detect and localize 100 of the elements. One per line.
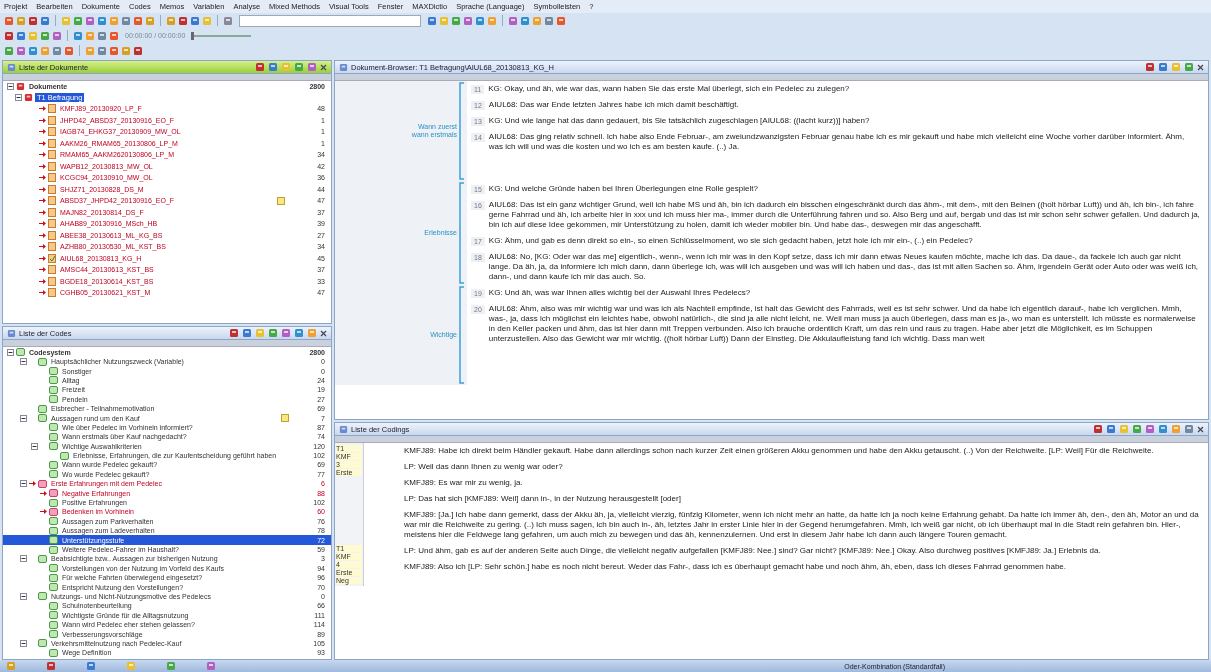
collapse-icon[interactable] [7, 348, 14, 356]
toolbar-icon[interactable] [1106, 424, 1116, 434]
collapse-icon[interactable] [20, 358, 27, 366]
toolbar-icon[interactable] [255, 62, 265, 72]
collapse-icon[interactable] [20, 555, 27, 563]
coded-segment-text: LP: Weil das dann Ihnen zu wenig war oder? [404, 462, 564, 472]
toolbar-icon[interactable] [16, 45, 26, 56]
coded-segment-text: LP: Das hat sich [KMFJ89: Weil] dann in-, in der Nutzung herausgestellt [oder] [404, 494, 682, 504]
panel-icon [7, 62, 16, 72]
toolbar-icon[interactable] [52, 45, 62, 56]
toolbar-icon[interactable] [109, 45, 119, 56]
transcript-paragraph: KG: Und äh, was war Ihnen alles wichtig bei der Auswahl Ihres Pedelecs? [488, 288, 751, 298]
panel-icon [339, 424, 348, 434]
panel-icon [7, 328, 16, 338]
toolbar-icon[interactable] [109, 30, 119, 41]
toolbar-icon[interactable] [133, 45, 143, 56]
toolbar-icon[interactable] [307, 62, 317, 72]
toolbar-icon[interactable] [73, 30, 83, 41]
memo-icon[interactable] [277, 196, 286, 205]
transcript-paragraph: AIUL68: No, [KG: Oder war das me] eigentlich-, wenn-, wenn ich mir was in den Kopf setze, dass ich mir dann etwas Neues kaufen möchte, mache ich das. Da daue-, da fackele ich auch gar nicht lange. Da äh, ja, da informiere ich mich dann, dann überlege ich, was will ich ausgeben und was will ich haben und das-, das ist mit allen Sachen so. Ähm, irgendein Gerät oder Auto oder was weiß ich, dann-, und dann kaufe ich mir das auch. So. [488, 252, 1200, 282]
transcript-paragraph: KG: Und welche Gründe haben bei Ihren Überlegungen eine Rolle gespielt? [488, 184, 758, 194]
collapse-icon[interactable] [31, 442, 38, 450]
coded-segment-text: KMFJ89: Habe ich direkt beim Händler gekauft. Habe dann allerdings schon nach kurzer Zeit einen größeren Akku genommen und habe den Akku getauscht. (..) Von der Reichweite. [LP: Weil] Für die Reichweite. [404, 446, 1155, 456]
toolbar-icon[interactable] [73, 15, 83, 26]
toolbar-icon[interactable] [1158, 62, 1168, 72]
collapse-icon[interactable] [15, 94, 22, 101]
toolbar-icon[interactable] [64, 45, 74, 56]
activation-arrow-icon[interactable] [40, 509, 47, 515]
toolbar-icon[interactable] [28, 45, 38, 56]
toolbar-icon[interactable] [223, 15, 233, 26]
toolbar-icon[interactable] [121, 15, 131, 26]
coding-stripe[interactable] [459, 181, 465, 285]
toolbar-icon[interactable] [4, 45, 14, 56]
toolbar-icon[interactable] [190, 15, 200, 26]
toolbar-icon[interactable] [556, 15, 566, 26]
toolbar-icon[interactable] [86, 661, 96, 671]
transcript-paragraph: AIUL68: Das ist ein ganz wichtiger Grund, weil ich habe MS und äh, bin ich dadurch ein bisschen eingeschränkt durch das ähm-, mit dem-, mit den Beinen ((holt hörbar Luft)) und äh, ich bin-, ich fahre gerne Fahrrad und äh, ich arbeite hier in xxx und ich muss hier ma-, immer durch die Unterführung fahren und so. Also Berg und auf, bergab und das ist mir schon sehr schwer gefallen. Und dadurch ja, bin ich auf diese Idee gekommen, mir Unterstützung zu holen, damit ich wieder mobiler bin. Und habe das-, deswegen mir das angeschafft. [488, 200, 1200, 230]
collapse-icon[interactable] [20, 592, 27, 600]
toolbar-icon[interactable] [97, 30, 107, 41]
close-icon[interactable] [320, 63, 327, 71]
toolbar-icon[interactable] [1158, 424, 1168, 434]
toolbar-icon[interactable] [294, 328, 304, 338]
collapse-icon[interactable] [7, 83, 14, 90]
panel-icon [339, 62, 348, 72]
close-icon[interactable] [1197, 425, 1204, 433]
toolbar-icon[interactable] [97, 15, 107, 26]
toolbar-icon[interactable] [52, 30, 62, 41]
toolbar-icon[interactable] [133, 15, 143, 26]
search-field[interactable] [239, 14, 421, 27]
coded-segment-text: KMFJ89: Also ich [LP: Sehr schön.] habe es noch nicht bereut. Weder das Fahr-, dass ich es überhaupt gemacht habe und noch ähm, äh, eben, dass ich dieses Fahrrad genommen habe. [404, 562, 1068, 572]
transcript-paragraph: KG: Und wie lange hat das dann gedauert, bis Sie tatsächlich zugeschlagen [AIUL68: ((lacht kurz))] haben? [488, 116, 870, 126]
toolbar-icon[interactable] [46, 661, 56, 671]
coded-segment-text: KMFJ89: [Ja.] Ich habe dann gemerkt, dass der Akku äh, ja, vielleicht vierzig, fünfzig Kilometer, wenn ich nicht mehr an hatte, da hatte ich ja noch keine Erfahrung gehabt. Da hatte ich immer äh, den-, den äh, Motor an und da war mir die Reichweite zu gering. (..) Ich muss sagen, ich bin auch in-, äh, letztes Jahr in erster Linie hier in der Gegend herumgefahren. Mmh, ich weiß gar nicht, ob ich überhaupt mal in die Stadt rein gefahren bin. Hier-, meistens hier die Feldwege lang gefahren, um auch mich zu bewegen und das äh, kennenzulernen. Und erst in diesem Jahr habe ich dann auch längere Touren gemacht. [404, 510, 1200, 540]
toolbar-icon[interactable] [427, 15, 437, 26]
toolbar-icon[interactable] [206, 661, 216, 671]
coding-stripe[interactable] [459, 285, 465, 385]
coded-segment-text: KMFJ89: Es war mir zu wenig, ja. [404, 478, 524, 488]
collapse-icon[interactable] [20, 480, 27, 488]
toolbar-icon[interactable] [1132, 424, 1142, 434]
coded-segment-text: LP: Und ähm, gab es auf der anderen Seite auch Dinge, die vielleicht negativ aufgefallen [KMFJ89: Nee.] sind? Gar nicht? [KMFJ89: Nee.] Okay. Also durchweg positives [KMFJ89: Ja.] Erlebnis da. [404, 546, 1102, 556]
toolbar-icon[interactable] [40, 30, 50, 41]
toolbar-icon[interactable] [508, 15, 518, 26]
coding-stripe[interactable] [459, 81, 465, 181]
toolbar-icon[interactable] [28, 15, 38, 26]
memo-icon[interactable] [281, 414, 290, 423]
close-icon[interactable] [1197, 63, 1204, 71]
transcript-paragraph: KG: Okay, und äh, wie war das, wann haben Sie das erste Mal überlegt, sich ein Pedelec zu zulegen? [488, 84, 850, 94]
toolbar-icon[interactable] [463, 15, 473, 26]
toolbar-icon[interactable] [294, 62, 304, 72]
collapse-icon[interactable] [20, 414, 27, 422]
toolbar-icon[interactable] [1145, 424, 1155, 434]
toolbar-icon[interactable] [85, 15, 95, 26]
toolbar-icon[interactable] [1145, 62, 1155, 72]
transcript-paragraph: AIUL68: Ähm, also was mir wichtig war und was ich als Nachteil empfinde, ist halt das Gewicht des Fahrrads, weil es ist sehr schwer. Und da habe ich eigentlich darauf-, habe ich verglichen. Mmh, was-, ja, dass ich möglichst ein leichtes habe, obwohl natürlich-, die sind ja alle nicht leicht, ne. Weil man muss ja auch überlegen, dass man es ja-, wo man es unterstellt. Ich müsste es normalerweise in den Keller packen und ähm, das ist hier dann mit Treppen verbunden. Also ich brauche ordentlich Kraft, um das rein und raus zu tragen. Habe aber jetzt die Möglichkeit, es im Schuppen unterzustellen. Also das Gewicht war mir wichtig. ((holt hörbar Luft)) Dann der Einstieg. Die Akkulaufleistung fand ich wichtig. Dass man weit [488, 304, 1197, 344]
folder-icon [16, 82, 25, 91]
toolbar-icon[interactable] [97, 45, 107, 56]
toolbar-icon[interactable] [268, 62, 278, 72]
toolbar-icon[interactable] [40, 15, 50, 26]
toolbar-icon[interactable] [242, 328, 252, 338]
toolbar-icon[interactable] [166, 661, 176, 671]
transcript-paragraph: KG: Ähm, und gab es denn direkt so ein-, so einen Schlüsselmoment, wo sie sich gedacht haben, jetzt hole ich mir ein-, (..) ein Pedelec? [488, 236, 973, 246]
toolbar-icon[interactable] [4, 15, 14, 26]
slider-thumb[interactable] [191, 31, 195, 40]
toolbar-icon[interactable] [268, 328, 278, 338]
collapse-icon[interactable] [20, 639, 27, 647]
toolbar-icon[interactable] [229, 328, 239, 338]
codesystem-icon [16, 348, 25, 356]
toolbar-icon[interactable] [451, 15, 461, 26]
folder-icon [24, 93, 33, 102]
close-icon[interactable] [320, 329, 327, 337]
toolbar-icon[interactable] [544, 15, 554, 26]
toolbar-icon[interactable] [520, 15, 530, 26]
toolbar-icon[interactable] [16, 30, 26, 41]
toolbar-icon[interactable] [475, 15, 485, 26]
toolbar-icon[interactable] [1093, 424, 1103, 434]
transcript-paragraph: AIUL68: Das war Ende letzten Jahres habe ich mich damit beschäftigt. [488, 100, 739, 110]
toolbar-icon[interactable] [178, 15, 188, 26]
toolbar-icon[interactable] [4, 30, 14, 41]
transcript-paragraph: AIUL68: Das ging relativ schnell. Ich habe also Ende Februar-, am zweiundzwanzigsten Februar genau habe ich es mir gekauft und habe mich vielleicht eine Woche vorher darüber informiert. Ähm, was ich will und was die kosten und wo ich es am besten kaufe. (..) Ja. [488, 132, 1186, 152]
toolbar-icon[interactable] [281, 328, 291, 338]
